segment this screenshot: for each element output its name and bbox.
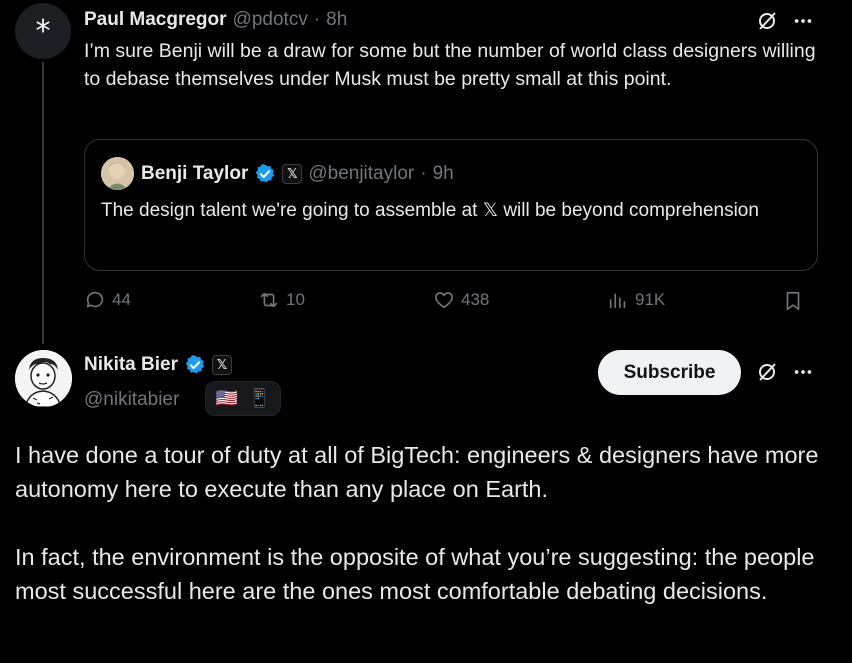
- bookmark-icon: [786, 291, 800, 311]
- thread-line: [42, 62, 44, 344]
- quote-author-name: Benji Taylor: [141, 163, 249, 184]
- timestamp[interactable]: 8h: [326, 9, 347, 31]
- like-count: 438: [461, 290, 490, 309]
- main-header: Nikita Bier 𝕏: [84, 351, 232, 379]
- quote-timestamp: 9h: [432, 163, 454, 184]
- separator: ·: [420, 163, 427, 184]
- author-handle[interactable]: @pdotcv: [233, 9, 308, 31]
- subscribe-button[interactable]: Subscribe: [598, 350, 741, 395]
- x-affiliate-badge[interactable]: 𝕏: [211, 355, 232, 375]
- reply-button[interactable]: 44: [84, 289, 131, 311]
- x-affiliate-badge: 𝕏: [282, 164, 303, 184]
- quote-header: Benji Taylor 𝕏 @benjitaylor · 9h: [141, 160, 454, 188]
- repost-button[interactable]: 10: [258, 289, 305, 311]
- main-paragraph-1: I have done a tour of duty at all of Big…: [15, 442, 819, 502]
- grok-icon[interactable]: [754, 359, 780, 385]
- author-name[interactable]: Nikita Bier: [84, 354, 178, 376]
- reply-count: 44: [112, 290, 131, 309]
- like-button[interactable]: 438: [433, 289, 489, 311]
- views-button[interactable]: 91K: [607, 289, 665, 311]
- repost-icon: [260, 292, 278, 308]
- flag-emoji: 🇺🇸: [215, 388, 238, 408]
- reply-text: I’m sure Benji will be a draw for some b…: [84, 40, 816, 90]
- more-icon[interactable]: [790, 359, 816, 385]
- phone-emoji: 📱: [248, 388, 271, 408]
- avatar-benji[interactable]: [101, 157, 134, 190]
- author-handle[interactable]: @nikitabier: [84, 389, 179, 411]
- bookmark-button[interactable]: [782, 290, 804, 312]
- avatar-nikita[interactable]: [15, 350, 72, 407]
- reply-header: Paul Macgregor @pdotcv · 8h: [84, 7, 347, 33]
- like-icon: [434, 292, 454, 309]
- views-icon: [609, 293, 626, 309]
- main-paragraph-2: In fact, the environment is the opposite…: [15, 544, 815, 604]
- avatar-glyph: *: [35, 13, 51, 49]
- grok-icon[interactable]: [754, 8, 780, 34]
- verified-badge-icon: [185, 355, 205, 374]
- views-count: 91K: [635, 290, 666, 309]
- more-icon[interactable]: [790, 8, 816, 34]
- repost-count: 10: [286, 290, 305, 309]
- reply-icon: [86, 291, 104, 308]
- quote-author-handle: @benjitaylor: [308, 163, 415, 184]
- verified-badge-icon: [256, 164, 275, 183]
- avatar-paul[interactable]: *: [15, 3, 71, 59]
- quote-text: The design talent we're going to assembl…: [101, 200, 759, 221]
- separator: ·: [313, 9, 321, 30]
- author-name[interactable]: Paul Macgregor: [84, 9, 227, 31]
- profile-emoji-pill: 🇺🇸 📱: [205, 381, 281, 416]
